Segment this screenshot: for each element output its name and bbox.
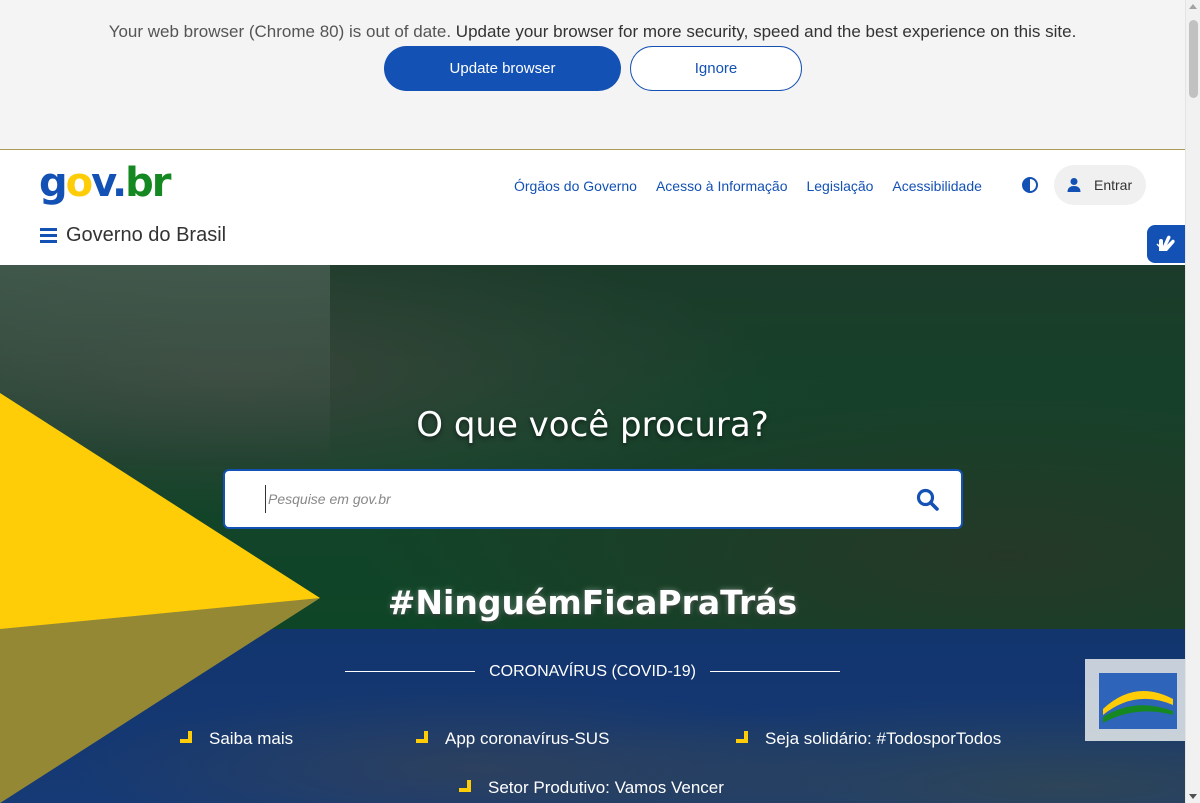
covid-link-label: Saiba mais bbox=[209, 729, 294, 748]
hero-heading: O que você procura? bbox=[416, 405, 769, 445]
nav-link-legislacao[interactable]: Legislação bbox=[806, 178, 873, 198]
user-icon bbox=[1067, 178, 1081, 192]
bullet-marker-icon bbox=[180, 731, 192, 743]
section-divider-right bbox=[710, 671, 840, 672]
covid-link-label: Seja solidário: #TodosporTodos bbox=[765, 729, 1002, 748]
govbr-logo[interactable]: gov.br bbox=[39, 159, 172, 207]
outdated-browser-banner: Your web browser (Chrome 80) is out of d… bbox=[0, 0, 1185, 150]
site-header: gov.br Órgãos do Governo Acesso à Inform… bbox=[0, 151, 1185, 265]
bullet-marker-icon bbox=[736, 731, 748, 743]
logo-letter-o: o bbox=[65, 160, 94, 206]
logo-letter-v: v bbox=[91, 160, 114, 206]
vlibras-widget[interactable] bbox=[1147, 225, 1185, 263]
covid-link-app-sus[interactable]: App coronavírus-SUS bbox=[416, 729, 609, 749]
top-nav: Órgãos do Governo Acesso à Informação Le… bbox=[514, 178, 982, 198]
logo-dot: . bbox=[111, 160, 127, 206]
covid-link-saiba-mais[interactable]: Saiba mais bbox=[180, 729, 293, 749]
ignore-button[interactable]: Ignore bbox=[630, 46, 802, 91]
nav-link-orgaos[interactable]: Órgãos do Governo bbox=[514, 178, 637, 198]
outdated-browser-message-rest: Update your browser for more security, s… bbox=[451, 22, 1077, 41]
bullet-marker-icon bbox=[459, 780, 471, 792]
covid-section-title: CORONAVÍRUS (COVID-19) bbox=[489, 663, 696, 680]
logo-letter-g: g bbox=[39, 160, 68, 206]
covid-link-label: Setor Produtivo: Vamos Vencer bbox=[488, 778, 724, 797]
bullet-marker-icon bbox=[416, 731, 428, 743]
update-browser-button[interactable]: Update browser bbox=[384, 46, 621, 91]
page: Your web browser (Chrome 80) is out of d… bbox=[0, 0, 1200, 803]
outdated-browser-message: Your web browser (Chrome 80) is out of d… bbox=[0, 22, 1185, 42]
logo-letter-b: b bbox=[125, 160, 154, 206]
covid-link-solidario[interactable]: Seja solidário: #TodosporTodos bbox=[736, 729, 1001, 749]
logo-letter-r: r bbox=[151, 160, 172, 206]
covid-link-setor-produtivo[interactable]: Setor Produtivo: Vamos Vencer bbox=[459, 778, 724, 798]
vertical-scrollbar[interactable] bbox=[1185, 0, 1200, 803]
outdated-browser-message-prefix: Your web browser (Chrome 80) is out of d… bbox=[108, 22, 452, 41]
government-badge bbox=[1085, 659, 1185, 741]
scroll-down-icon[interactable] bbox=[1189, 794, 1197, 799]
campaign-hashtag: #NinguémFicaPraTrás bbox=[387, 583, 798, 622]
covid-section: CORONAVÍRUS (COVID-19) Saiba mais App co… bbox=[0, 629, 1185, 803]
section-divider-left bbox=[345, 671, 475, 672]
contrast-icon[interactable] bbox=[1022, 177, 1038, 193]
nav-link-acessibilidade[interactable]: Acessibilidade bbox=[892, 178, 982, 198]
site-title: Governo do Brasil bbox=[66, 223, 227, 246]
scrollbar-thumb[interactable] bbox=[1189, 20, 1198, 98]
search-icon[interactable] bbox=[915, 487, 941, 513]
search-box bbox=[223, 469, 963, 529]
hero-banner: O que você procura? #NinguémFicaPraTrás bbox=[0, 265, 1185, 629]
login-label: Entrar bbox=[1094, 177, 1133, 193]
search-input[interactable] bbox=[265, 485, 885, 513]
hamburger-menu-icon[interactable] bbox=[40, 227, 57, 243]
nav-link-acesso-informacao[interactable]: Acesso à Informação bbox=[656, 178, 788, 198]
login-button[interactable]: Entrar bbox=[1054, 165, 1146, 205]
covid-link-label: App coronavírus-SUS bbox=[445, 729, 610, 748]
scroll-up-icon[interactable] bbox=[1189, 4, 1197, 9]
sign-language-icon bbox=[1156, 235, 1175, 251]
main-menu-toggle[interactable]: Governo do Brasil bbox=[40, 221, 226, 249]
